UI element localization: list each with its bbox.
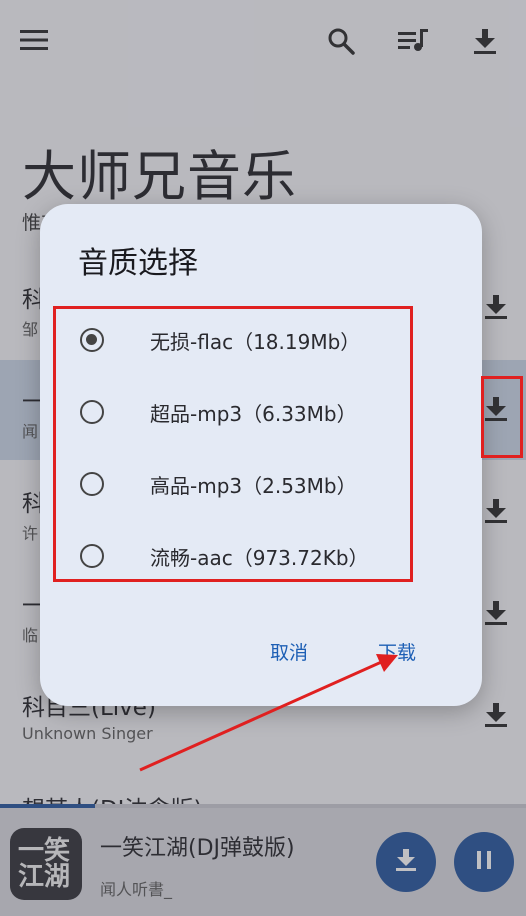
annotation-arrow — [139, 654, 398, 772]
